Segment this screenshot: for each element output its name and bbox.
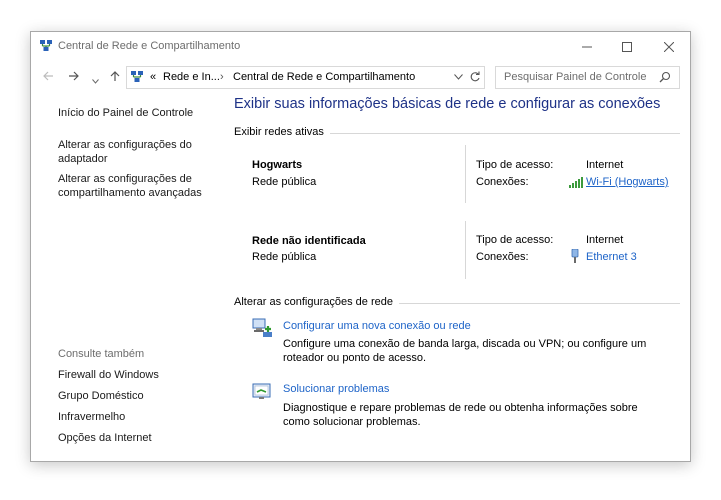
address-dropdown-icon[interactable] bbox=[454, 74, 463, 80]
up-arrow-icon bbox=[110, 71, 120, 81]
new-connection-icon bbox=[252, 318, 272, 337]
network-divider bbox=[465, 145, 466, 203]
address-bar[interactable]: « Rede e In... › Central de Rede e Compa… bbox=[126, 66, 485, 89]
ethernet-icon bbox=[571, 249, 579, 263]
see-also-internet-options[interactable]: Opções da Internet bbox=[58, 431, 152, 445]
back-button[interactable] bbox=[42, 70, 54, 84]
access-type-value: Internet bbox=[586, 159, 624, 171]
network-name: Rede não identificada bbox=[252, 235, 366, 247]
search-icon[interactable] bbox=[659, 71, 671, 83]
sidebar-change-adapter-settings[interactable]: Alterar as configurações do adaptador bbox=[58, 138, 208, 166]
maximize-button[interactable] bbox=[607, 32, 647, 61]
close-button[interactable] bbox=[649, 32, 689, 61]
minimize-icon bbox=[582, 46, 592, 47]
page-title: Exibir suas informações básicas de rede … bbox=[234, 96, 661, 112]
access-type-value: Internet bbox=[586, 234, 624, 246]
setup-new-connection-description: Configure uma conexão de banda larga, di… bbox=[283, 338, 647, 364]
troubleshoot-problems-description: Diagnostique e repare problemas de rede … bbox=[283, 402, 638, 428]
breadcrumb-overflow[interactable]: « bbox=[150, 71, 156, 83]
change-settings-heading: Alterar as configurações de rede bbox=[234, 296, 399, 308]
maximize-icon bbox=[622, 41, 632, 52]
breadcrumb-network-internet[interactable]: Rede e In... bbox=[163, 71, 220, 83]
up-button[interactable] bbox=[109, 70, 121, 84]
network-category[interactable]: Rede pública bbox=[252, 251, 316, 263]
troubleshoot-problems-link[interactable]: Solucionar problemas bbox=[283, 383, 389, 395]
title-bar[interactable]: Central de Rede e Compartilhamento bbox=[31, 32, 690, 61]
minimize-button[interactable] bbox=[567, 32, 607, 61]
network-sharing-center-window: Central de Rede e Compartilhamento « Red… bbox=[30, 31, 691, 462]
breadcrumb-separator[interactable]: › bbox=[220, 71, 224, 83]
breadcrumb-network-center[interactable]: Central de Rede e Compartilhamento bbox=[233, 71, 415, 83]
setup-new-connection-link[interactable]: Configurar uma nova conexão ou rede bbox=[283, 320, 471, 332]
access-type-label: Tipo de acesso: bbox=[476, 159, 554, 171]
connections-label: Conexões: bbox=[476, 251, 529, 263]
search-box[interactable]: Pesquisar Painel de Controle bbox=[495, 66, 680, 89]
forward-button[interactable] bbox=[68, 70, 80, 84]
troubleshoot-icon bbox=[252, 383, 271, 399]
see-also-windows-firewall[interactable]: Firewall do Windows bbox=[58, 368, 159, 382]
back-arrow-icon bbox=[43, 71, 53, 81]
sidebar-control-panel-home[interactable]: Início do Painel de Controle bbox=[58, 106, 193, 120]
network-divider bbox=[465, 221, 466, 279]
see-also-heading: Consulte também bbox=[58, 348, 145, 360]
forward-arrow-icon bbox=[69, 71, 79, 81]
connections-label: Conexões: bbox=[476, 176, 529, 188]
access-type-label: Tipo de acesso: bbox=[476, 234, 554, 246]
network-name: Hogwarts bbox=[252, 159, 303, 171]
wifi-connection-link[interactable]: Wi-Fi (Hogwarts) bbox=[586, 176, 669, 188]
network-center-app-icon bbox=[40, 40, 52, 51]
see-also-infrared[interactable]: Infravermelho bbox=[58, 410, 125, 424]
window-title: Central de Rede e Compartilhamento bbox=[58, 40, 241, 52]
sidebar-change-advanced-sharing[interactable]: Alterar as configurações de compartilham… bbox=[58, 172, 213, 200]
close-icon bbox=[664, 41, 674, 52]
network-center-location-icon bbox=[131, 71, 143, 82]
wifi-signal-icon bbox=[569, 177, 583, 188]
search-placeholder: Pesquisar Painel de Controle bbox=[504, 71, 647, 83]
active-networks-heading: Exibir redes ativas bbox=[234, 126, 330, 138]
network-category[interactable]: Rede pública bbox=[252, 176, 316, 188]
recent-locations-button[interactable] bbox=[92, 72, 99, 86]
ethernet-connection-link[interactable]: Ethernet 3 bbox=[586, 251, 637, 263]
see-also-homegroup[interactable]: Grupo Doméstico bbox=[58, 389, 144, 403]
navigation-bar: « Rede e In... › Central de Rede e Compa… bbox=[31, 65, 690, 91]
refresh-icon[interactable] bbox=[469, 71, 481, 83]
chevron-down-icon bbox=[92, 79, 99, 84]
